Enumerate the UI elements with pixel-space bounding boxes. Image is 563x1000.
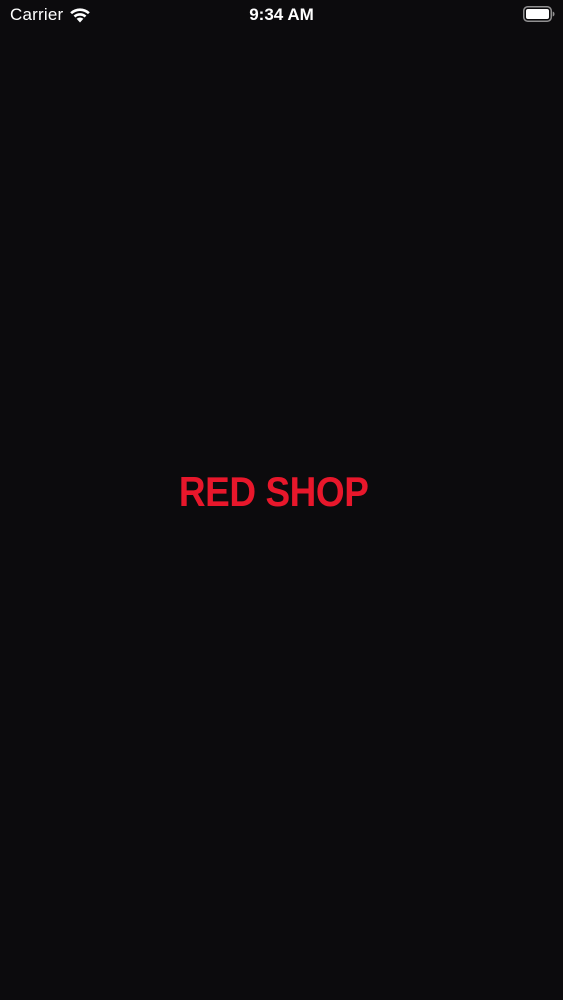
app-logo-text: RED SHOP — [178, 467, 369, 515]
splash-container: RED SHOP — [0, 0, 563, 1000]
splash-screen: { "status_bar": { "carrier": "Carrier", … — [0, 0, 563, 1000]
